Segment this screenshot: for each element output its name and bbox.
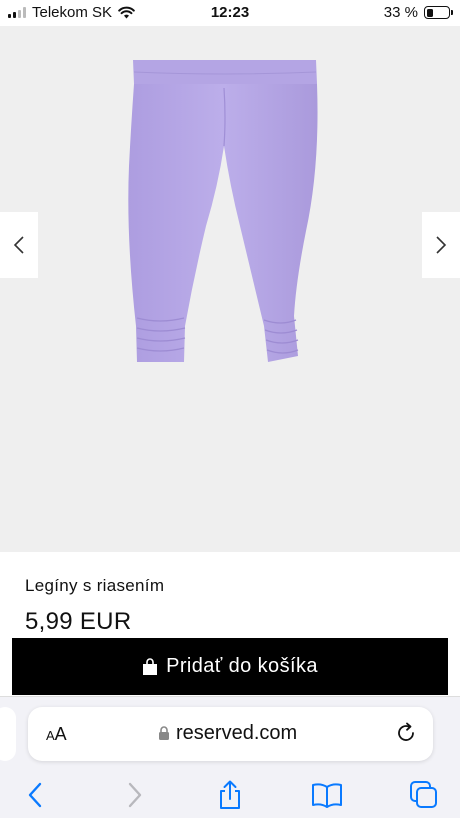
- status-right: 33 %: [383, 4, 453, 21]
- add-to-cart-label: Pridať do košíka: [166, 655, 318, 677]
- bookmarks-icon: [312, 783, 342, 808]
- gallery-prev-button[interactable]: [0, 212, 38, 278]
- forward-icon: [128, 782, 142, 808]
- status-bar: Telekom SK 12:23 33 %: [0, 0, 460, 26]
- browser-address-area: AA reserved.com: [0, 696, 460, 772]
- product-price: 5,99 EUR: [25, 608, 132, 635]
- browser-toolbar: [0, 772, 460, 818]
- tabs-button[interactable]: [407, 778, 441, 812]
- leggings-waistband: [133, 60, 317, 84]
- url-display[interactable]: reserved.com: [158, 722, 297, 745]
- share-button[interactable]: [213, 778, 247, 812]
- bookmarks-button[interactable]: [310, 778, 344, 812]
- tabs-icon: [410, 781, 437, 808]
- status-left: Telekom SK: [8, 4, 135, 21]
- forward-button[interactable]: [118, 778, 152, 812]
- gallery-next-button[interactable]: [422, 212, 460, 278]
- battery-level: [426, 8, 434, 17]
- share-icon: [220, 780, 240, 809]
- carrier-name: Telekom SK: [32, 4, 113, 21]
- product-gallery[interactable]: [0, 26, 460, 552]
- wifi-icon: [118, 6, 135, 19]
- url-text: reserved.com: [176, 722, 298, 744]
- chevron-right-icon: [436, 236, 447, 254]
- reload-button[interactable]: [395, 722, 417, 749]
- product-name: Legíny s riasením: [25, 576, 165, 595]
- text-size-button[interactable]: AA: [46, 724, 67, 745]
- back-button[interactable]: [18, 778, 52, 812]
- lock-icon: [159, 726, 169, 740]
- address-bar[interactable]: AA reserved.com: [28, 707, 433, 761]
- shopping-bag-icon: [143, 657, 158, 675]
- product-info: Legíny s riasením 5,99 EUR Pridať do koš…: [0, 552, 460, 702]
- signal-icon: [8, 7, 26, 18]
- back-icon: [28, 782, 42, 808]
- add-to-cart-button[interactable]: Pridať do košíka: [12, 638, 448, 695]
- chevron-left-icon: [13, 236, 24, 254]
- previous-tab-preview[interactable]: [0, 707, 16, 761]
- battery-icon: [424, 6, 453, 19]
- product-image: [128, 60, 318, 362]
- reload-icon: [398, 722, 414, 741]
- battery-percent: 33 %: [383, 4, 418, 21]
